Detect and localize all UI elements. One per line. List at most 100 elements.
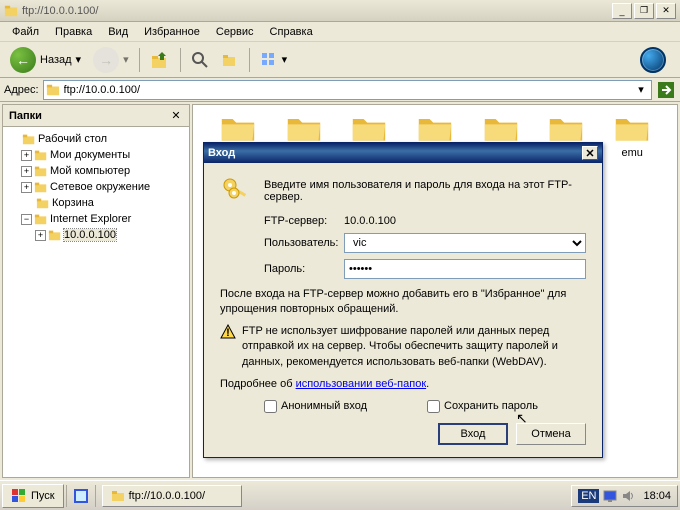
back-button[interactable]: ← Назад ▾ <box>6 45 85 75</box>
views-icon <box>260 51 278 69</box>
dialog-intro: Введите имя пользователя и пароль для вх… <box>264 179 586 203</box>
maximize-button[interactable]: ❐ <box>634 3 654 19</box>
folder-icon <box>220 113 256 143</box>
save-password-checkbox-label[interactable]: Сохранить пароль <box>427 400 538 413</box>
tree-item[interactable]: +Мой компьютер <box>7 163 185 179</box>
tree-item[interactable]: Корзина <box>7 195 185 211</box>
cancel-button[interactable]: Отмена <box>516 423 586 445</box>
tree-item-label: Корзина <box>52 197 94 209</box>
warning-icon: ! <box>220 324 236 340</box>
start-button[interactable]: Пуск <box>2 484 64 508</box>
up-button[interactable] <box>146 48 174 72</box>
tray-clock[interactable]: 18:04 <box>643 490 671 502</box>
folder-item[interactable]: emu <box>599 113 665 159</box>
svg-text:!: ! <box>226 327 230 339</box>
tree-folder-icon <box>22 132 36 146</box>
password-input[interactable] <box>344 259 586 279</box>
folder-icon <box>351 113 387 143</box>
user-select[interactable]: vic <box>344 233 586 253</box>
tree-item[interactable]: +10.0.0.100 <box>7 227 185 243</box>
expand-toggle[interactable]: − <box>21 214 32 225</box>
tree-folder-icon <box>34 164 48 178</box>
sidebar-close-button[interactable]: ✕ <box>169 109 183 123</box>
window-titlebar: ftp://10.0.0.100/ _ ❐ ✕ <box>0 0 680 22</box>
tree-item[interactable]: + Мои документы <box>7 147 185 163</box>
back-label: Назад <box>40 54 72 66</box>
address-combo[interactable]: ▾ <box>43 80 652 100</box>
expand-toggle[interactable]: + <box>21 150 32 161</box>
login-button[interactable]: Вход <box>438 423 508 445</box>
address-input[interactable] <box>64 84 633 96</box>
dialog-titlebar[interactable]: Вход ✕ <box>204 143 602 163</box>
tree-item[interactable]: Рабочий стол <box>7 131 185 147</box>
save-password-checkbox[interactable] <box>427 400 440 413</box>
menu-bar: Файл Правка Вид Избранное Сервис Справка <box>0 22 680 42</box>
dialog-note-security: FTP не использует шифрование паролей или… <box>242 324 586 370</box>
folders-sidebar: Папки ✕ Рабочий стол + Мои документы +Мой к… <box>2 104 190 478</box>
login-keys-icon <box>220 175 252 207</box>
show-desktop-icon <box>73 488 89 504</box>
address-dropdown-icon[interactable]: ▾ <box>633 83 649 96</box>
expand-toggle[interactable]: + <box>35 230 46 241</box>
window-title: ftp://10.0.0.100/ <box>22 5 610 17</box>
tray-volume-icon[interactable] <box>621 489 635 503</box>
more-text: Подробнее об <box>220 378 296 390</box>
tree-item-label: Сетевое окружение <box>50 181 150 193</box>
close-button[interactable]: ✕ <box>656 3 676 19</box>
dropdown-arrow-icon[interactable]: ▾ <box>282 53 288 66</box>
toolbar-divider <box>249 48 250 72</box>
tree-item-label: Рабочий стол <box>38 133 107 145</box>
taskbar-divider <box>95 485 96 507</box>
tree-item-label: Internet Explorer <box>50 213 131 225</box>
windows-flag-icon <box>11 488 27 504</box>
tree-item[interactable]: − Internet Explorer <box>7 211 185 227</box>
server-value: 10.0.0.100 <box>344 215 586 227</box>
task-label: ftp://10.0.0.100/ <box>129 490 205 502</box>
tray-display-icon[interactable] <box>603 489 617 503</box>
views-button[interactable]: ▾ <box>256 49 292 71</box>
web-folders-link[interactable]: использовании веб-папок <box>296 378 427 390</box>
tree-item[interactable]: + Сетевое окружение <box>7 179 185 195</box>
system-tray: EN 18:04 <box>571 485 678 507</box>
expand-toggle[interactable]: + <box>21 166 32 177</box>
login-dialog: Вход ✕ Введите имя пользователя и пароль… <box>203 142 603 458</box>
dialog-close-button[interactable]: ✕ <box>582 146 598 160</box>
tree-item-label: Мои документы <box>50 149 130 161</box>
tree-folder-icon <box>48 228 62 242</box>
go-button[interactable] <box>656 80 676 100</box>
dialog-note-favorites: После входа на FTP-сервер можно добавить… <box>220 287 586 318</box>
folder-icon <box>286 113 322 143</box>
dropdown-arrow-icon[interactable]: ▾ <box>76 53 82 66</box>
menu-edit[interactable]: Правка <box>47 24 100 40</box>
expand-toggle[interactable]: + <box>21 182 32 193</box>
folders-button[interactable] <box>217 49 243 71</box>
sidebar-title: Папки <box>9 110 169 122</box>
folder-icon <box>614 113 650 143</box>
password-label: Пароль: <box>264 263 344 275</box>
anonymous-checkbox[interactable] <box>264 400 277 413</box>
quick-launch-desktop[interactable] <box>71 486 91 506</box>
folder-icon <box>483 113 519 143</box>
search-button[interactable] <box>187 49 213 71</box>
taskbar-task-explorer[interactable]: ftp://10.0.0.100/ <box>102 485 242 507</box>
server-label: FTP-сервер: <box>264 215 344 227</box>
menu-help[interactable]: Справка <box>262 24 321 40</box>
taskbar-divider <box>66 485 67 507</box>
tree-folder-icon <box>34 148 48 162</box>
folder-icon <box>111 489 125 503</box>
user-label: Пользователь: <box>264 237 344 249</box>
folder-label: emu <box>621 147 642 159</box>
menu-service[interactable]: Сервис <box>208 24 262 40</box>
toolbar: ← Назад ▾ → ▾ ▾ <box>0 42 680 78</box>
folder-up-icon <box>150 50 170 70</box>
language-indicator[interactable]: EN <box>578 489 599 503</box>
menu-file[interactable]: Файл <box>4 24 47 40</box>
folder-tree[interactable]: Рабочий стол + Мои документы +Мой компьютер… <box>3 127 189 477</box>
back-arrow-icon: ← <box>10 47 36 73</box>
anonymous-checkbox-label[interactable]: Анонимный вход <box>264 400 367 413</box>
menu-favorites[interactable]: Избранное <box>136 24 208 40</box>
folder-icon <box>4 4 18 18</box>
more-info-row: Подробнее об использовании веб-папок. <box>220 378 586 390</box>
minimize-button[interactable]: _ <box>612 3 632 19</box>
menu-view[interactable]: Вид <box>100 24 136 40</box>
